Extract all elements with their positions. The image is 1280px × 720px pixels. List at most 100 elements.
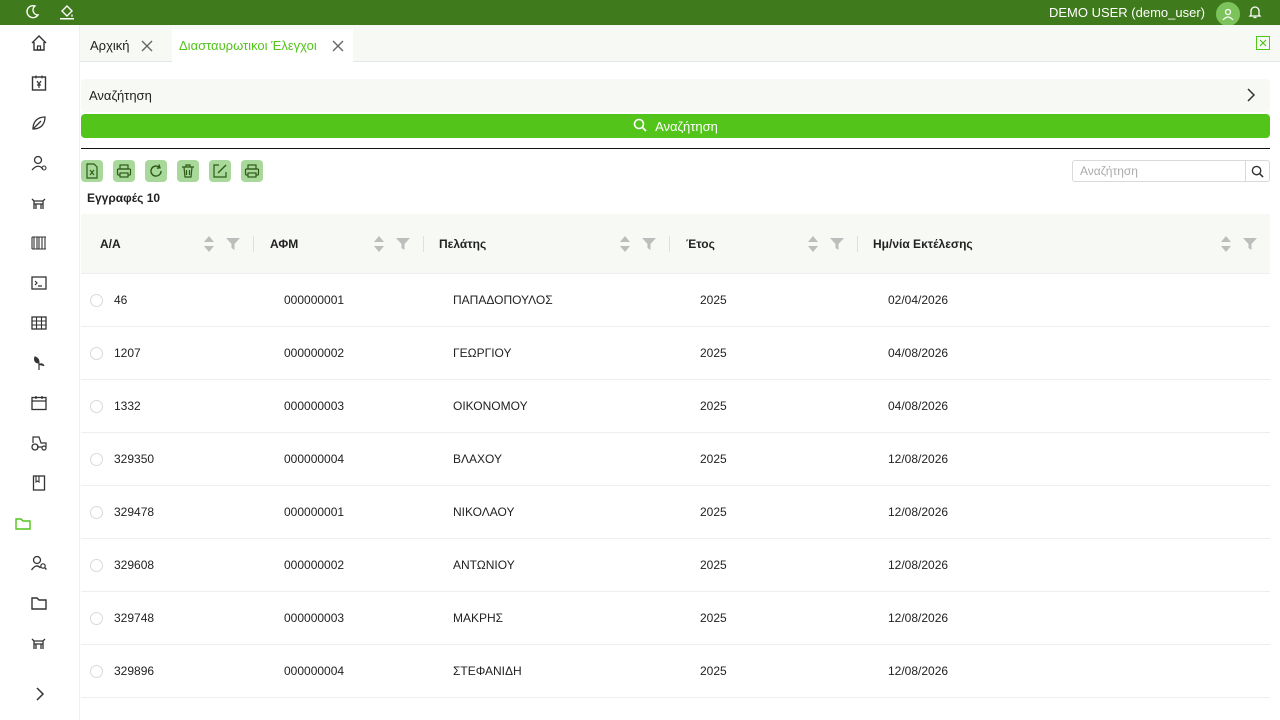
column-header-year[interactable]: Έτος xyxy=(686,214,715,274)
table-row[interactable]: 329748 000000003 ΜΑΚΡΗΣ 2025 12/08/2026 xyxy=(81,592,1270,645)
cell-execution-date: 12/08/2026 xyxy=(888,452,949,466)
cell-afm: 000000003 xyxy=(284,611,345,625)
moon-icon[interactable] xyxy=(23,3,41,21)
cell-afm: 000000004 xyxy=(284,664,345,678)
cow-icon[interactable] xyxy=(29,193,49,213)
tab-bar: Αρχική Διασταυρωτικοι Έλεγχοι xyxy=(80,25,1280,62)
grid-search xyxy=(1072,160,1270,182)
refresh-button[interactable] xyxy=(145,160,167,182)
column-separator xyxy=(423,236,424,252)
row-radio[interactable] xyxy=(90,453,103,466)
cell-customer: ΑΝΤΩΝΙΟΥ xyxy=(453,558,515,572)
excel-export-button[interactable] xyxy=(81,160,103,182)
column-header-label: ΑΦΜ xyxy=(270,237,299,251)
row-radio[interactable] xyxy=(90,506,103,519)
sort-icon[interactable] xyxy=(373,234,385,259)
row-radio[interactable] xyxy=(90,400,103,413)
column-header-afm[interactable]: ΑΦΜ xyxy=(270,214,298,274)
table-row[interactable]: 329608 000000002 ΑΝΤΩΝΙΟΥ 2025 12/08/202… xyxy=(81,539,1270,592)
filter-icon[interactable] xyxy=(642,237,656,255)
tractor-icon[interactable] xyxy=(29,433,49,453)
sort-icon[interactable] xyxy=(807,234,819,259)
cell-aa: 329350 xyxy=(114,452,155,466)
column-separator xyxy=(253,236,254,252)
row-radio[interactable] xyxy=(90,559,103,572)
table-icon[interactable] xyxy=(29,313,49,333)
user-avatar-icon[interactable] xyxy=(1216,2,1240,26)
cell-customer: ΓΕΩΡΓΙΟΥ xyxy=(453,346,512,360)
sort-icon[interactable] xyxy=(203,234,215,259)
cell-customer: ΜΑΚΡΗΣ xyxy=(453,611,504,625)
tab-label: Αρχική xyxy=(90,38,130,53)
close-icon[interactable] xyxy=(140,39,154,53)
edit-button[interactable] xyxy=(209,160,231,182)
calendar-icon[interactable] xyxy=(29,393,49,413)
filter-icon[interactable] xyxy=(396,237,410,255)
cell-afm: 000000003 xyxy=(284,399,345,413)
cell-aa: 329896 xyxy=(114,664,155,678)
table-row[interactable]: 329896 000000004 ΣΤΕΦΑΝΙΔΗ 2025 12/08/20… xyxy=(81,645,1270,698)
cell-aa: 46 xyxy=(114,293,128,307)
table-row[interactable]: 46 000000001 ΠΑΠΑΔΟΠΟΥΛΟΣ 2025 02/04/202… xyxy=(81,274,1270,327)
close-all-tabs-icon[interactable] xyxy=(1256,36,1270,50)
user-settings-icon[interactable] xyxy=(29,153,49,173)
tab-home[interactable]: Αρχική xyxy=(80,29,172,62)
delete-button[interactable] xyxy=(177,160,199,182)
row-radio[interactable] xyxy=(90,294,103,307)
table-row[interactable]: 1207 000000002 ΓΕΩΡΓΙΟΥ 2025 04/08/2026 xyxy=(81,327,1270,380)
user-name[interactable]: DEMO USER (demo_user) xyxy=(1049,5,1205,20)
chevron-right-icon[interactable] xyxy=(1244,88,1258,105)
filter-icon[interactable] xyxy=(1243,237,1257,255)
tab-cross-checks[interactable]: Διασταυρωτικοι Έλεγχοι xyxy=(172,29,353,62)
cell-afm: 000000004 xyxy=(284,452,345,466)
table-row[interactable]: 1332 000000003 ΟΙΚΟΝΟΜΟΥ 2025 04/08/2026 xyxy=(81,380,1270,433)
search-icon[interactable] xyxy=(1245,161,1269,181)
cell-customer: ΣΤΕΦΑΝΙΔΗ xyxy=(453,664,522,678)
column-header-aa[interactable]: Α/Α xyxy=(100,214,121,274)
folder-open-icon[interactable] xyxy=(13,513,33,533)
print-button-2[interactable] xyxy=(241,160,263,182)
cell-execution-date: 12/08/2026 xyxy=(888,505,949,519)
row-radio[interactable] xyxy=(90,347,103,360)
cell-year: 2025 xyxy=(700,611,727,625)
grid-search-input[interactable] xyxy=(1073,161,1246,181)
sidebar xyxy=(0,25,80,720)
cell-afm: 000000001 xyxy=(284,505,345,519)
expand-chevron-icon[interactable] xyxy=(30,684,50,704)
tab-label: Διασταυρωτικοι Έλεγχοι xyxy=(179,38,317,53)
search-panel-header[interactable]: Αναζήτηση xyxy=(81,79,1270,112)
cell-execution-date: 12/08/2026 xyxy=(888,664,949,678)
cell-year: 2025 xyxy=(700,452,727,466)
table-row[interactable]: 329478 000000001 ΝΙΚΟΛΑΟΥ 2025 12/08/202… xyxy=(81,486,1270,539)
book-icon[interactable] xyxy=(29,473,49,493)
row-radio[interactable] xyxy=(90,665,103,678)
barcode-icon[interactable] xyxy=(29,233,49,253)
print-button[interactable] xyxy=(113,160,135,182)
column-header-execution-date[interactable]: Ημ/νία Εκτέλεσης xyxy=(873,214,973,274)
sort-icon[interactable] xyxy=(1220,234,1232,259)
search-panel-title: Αναζήτηση xyxy=(89,88,152,103)
plant-icon[interactable] xyxy=(29,353,49,373)
filter-icon[interactable] xyxy=(830,237,844,255)
search-button[interactable]: Αναζήτηση xyxy=(81,114,1270,138)
yen-document-icon[interactable] xyxy=(29,73,49,93)
table-row[interactable]: 329350 000000004 ΒΛΑΧΟΥ 2025 12/08/2026 xyxy=(81,433,1270,486)
close-icon[interactable] xyxy=(331,39,345,53)
home-icon[interactable] xyxy=(29,33,49,53)
leaf-icon[interactable] xyxy=(29,113,49,133)
top-bar: DEMO USER (demo_user) xyxy=(0,0,1280,26)
paint-bucket-icon[interactable] xyxy=(58,3,76,21)
sort-icon[interactable] xyxy=(619,234,631,259)
folder-icon[interactable] xyxy=(29,593,49,613)
user-search-icon[interactable] xyxy=(29,553,49,573)
cell-customer: ΟΙΚΟΝΟΜΟΥ xyxy=(453,399,528,413)
filter-icon[interactable] xyxy=(226,237,240,255)
cell-year: 2025 xyxy=(700,505,727,519)
column-header-customer[interactable]: Πελάτης xyxy=(439,214,486,274)
terminal-icon[interactable] xyxy=(29,273,49,293)
cow-icon-2[interactable] xyxy=(29,633,49,653)
cell-year: 2025 xyxy=(700,346,727,360)
row-radio[interactable] xyxy=(90,612,103,625)
bell-icon[interactable] xyxy=(1246,3,1264,21)
cell-year: 2025 xyxy=(700,293,727,307)
